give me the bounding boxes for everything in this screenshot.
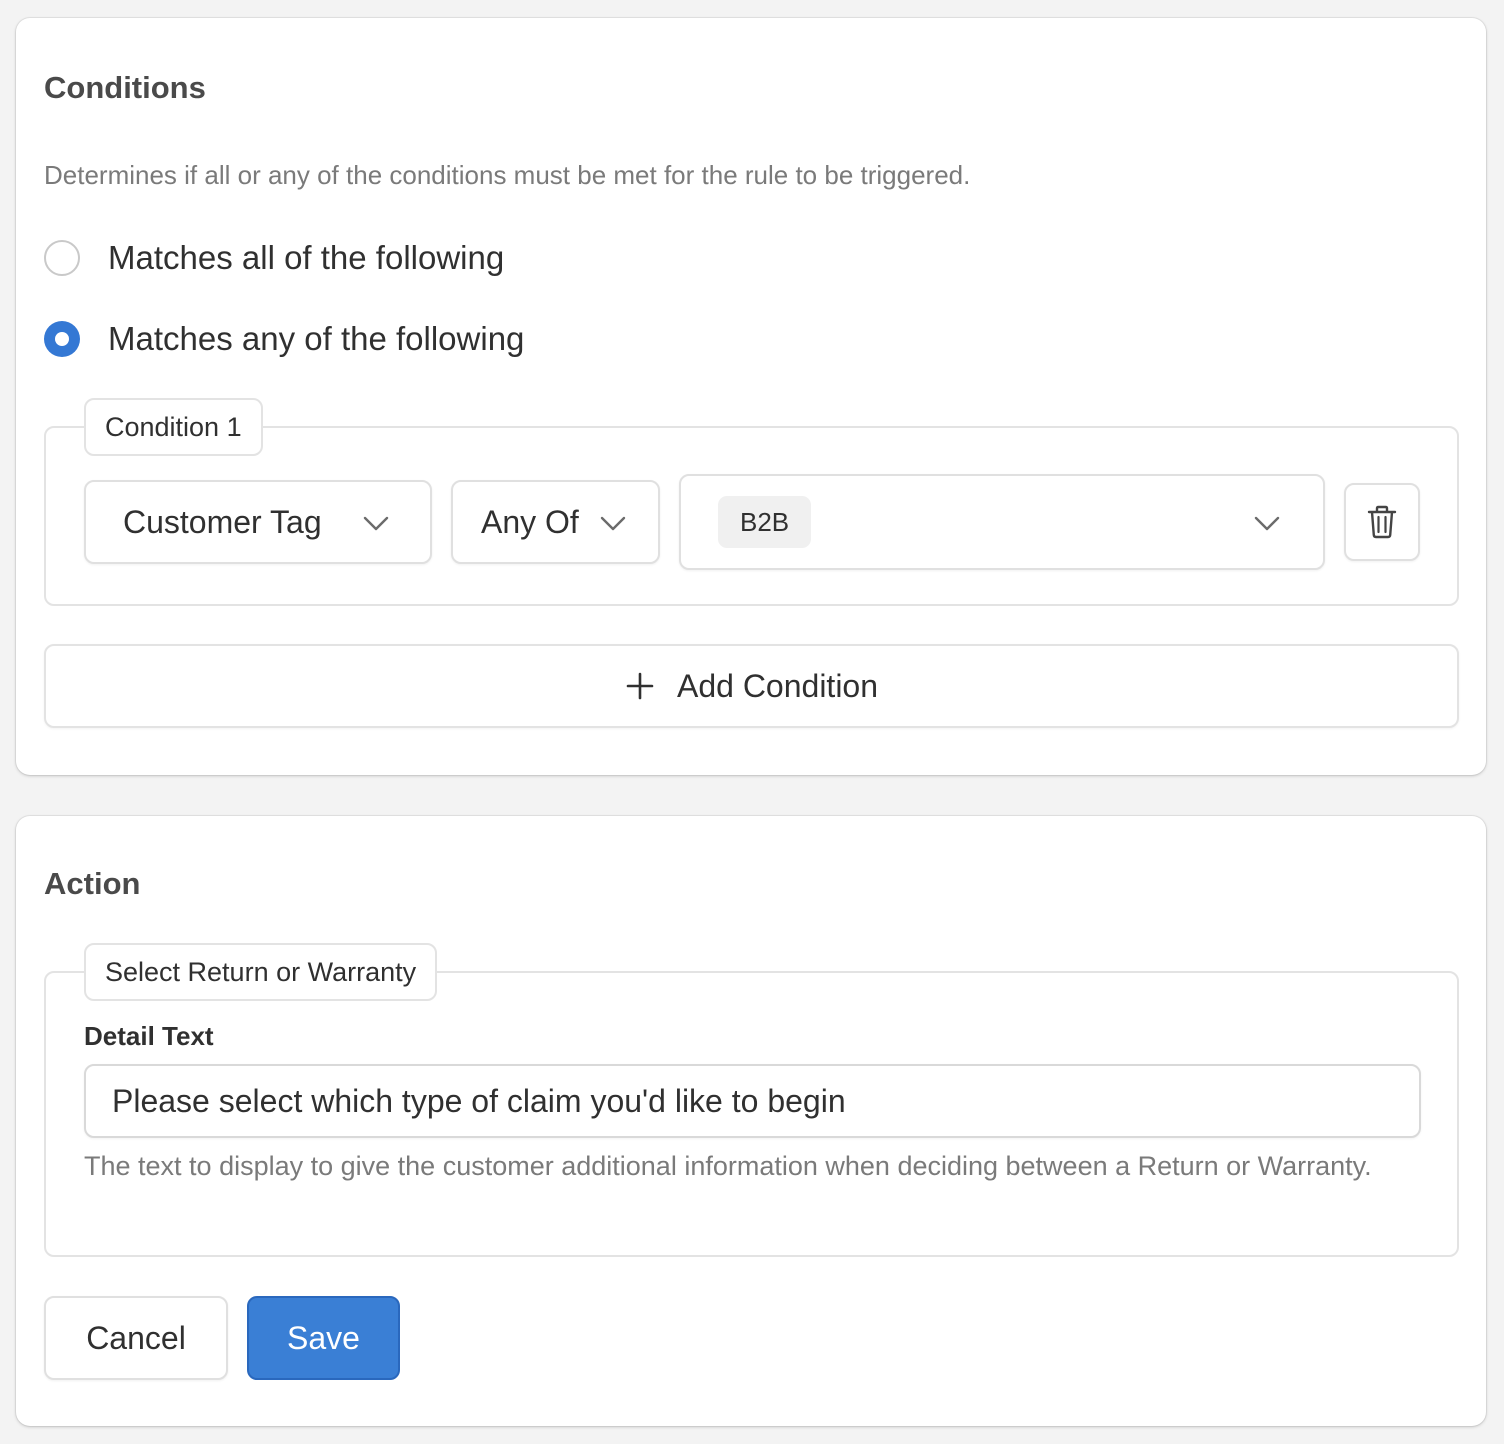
action-legend: Select Return or Warranty bbox=[84, 943, 438, 1001]
match-any-radio[interactable] bbox=[44, 321, 80, 357]
match-all-option[interactable]: Matches all of the following bbox=[44, 238, 504, 278]
action-group: Select Return or Warranty Detail Text Th… bbox=[44, 943, 1459, 1257]
match-all-radio[interactable] bbox=[44, 240, 80, 276]
plus-icon bbox=[626, 672, 654, 700]
chevron-down-icon bbox=[363, 516, 389, 531]
detail-help-text: The text to display to give the customer… bbox=[84, 1151, 1372, 1181]
condition-field-select[interactable]: Customer Tag bbox=[84, 480, 432, 564]
condition-operator-value: Any Of bbox=[481, 503, 579, 540]
condition-operator-select[interactable]: Any Of bbox=[451, 480, 660, 564]
detail-text-input[interactable] bbox=[84, 1064, 1421, 1138]
value-tag[interactable]: B2B bbox=[718, 496, 812, 548]
detail-text-label: Detail Text bbox=[84, 1021, 214, 1051]
conditions-title: Conditions bbox=[44, 70, 206, 105]
chevron-down-icon bbox=[600, 516, 626, 531]
cancel-button[interactable]: Cancel bbox=[44, 1296, 228, 1380]
trash-icon bbox=[1367, 505, 1397, 539]
action-card: Action Select Return or Warranty Detail … bbox=[16, 816, 1486, 1426]
chevron-down-icon bbox=[1254, 516, 1280, 531]
match-any-label: Matches any of the following bbox=[108, 320, 525, 357]
condition-legend: Condition 1 bbox=[84, 398, 263, 456]
add-condition-label: Add Condition bbox=[676, 667, 879, 704]
condition-field-value: Customer Tag bbox=[123, 503, 322, 540]
save-button[interactable]: Save bbox=[247, 1296, 400, 1380]
conditions-card: Conditions Determines if all or any of t… bbox=[16, 18, 1486, 775]
action-title: Action bbox=[44, 866, 141, 901]
match-all-label: Matches all of the following bbox=[108, 239, 505, 276]
add-condition-button[interactable]: Add Condition bbox=[44, 644, 1459, 728]
conditions-description: Determines if all or any of the conditio… bbox=[44, 160, 971, 190]
delete-condition-button[interactable] bbox=[1344, 483, 1420, 561]
condition-group: Condition 1 Customer Tag Any Of B2B bbox=[44, 398, 1459, 606]
condition-values-select[interactable]: B2B bbox=[679, 474, 1325, 570]
match-any-option[interactable]: Matches any of the following bbox=[44, 319, 524, 359]
